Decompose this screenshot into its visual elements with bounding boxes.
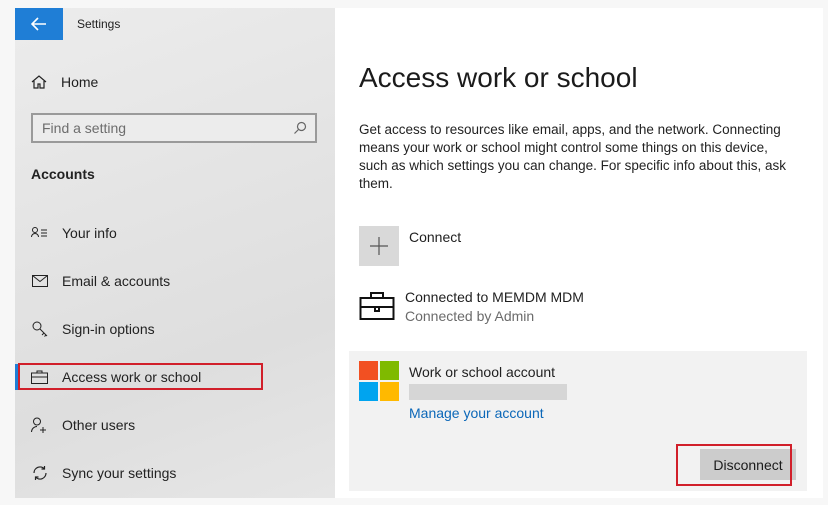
plus-icon bbox=[370, 237, 388, 255]
person-list-icon bbox=[31, 225, 48, 242]
sidebar-item-label: Email & accounts bbox=[62, 273, 171, 289]
connection-subtitle: Connected by Admin bbox=[405, 308, 535, 324]
microsoft-logo-icon bbox=[359, 361, 399, 401]
sidebar-item-label: Sign-in options bbox=[62, 321, 155, 337]
sidebar-item-sync-settings[interactable]: Sync your settings bbox=[31, 462, 176, 484]
sidebar-item-label: Other users bbox=[62, 417, 136, 433]
sidebar-item-label: Sync your settings bbox=[62, 465, 177, 481]
connect-label[interactable]: Connect bbox=[409, 229, 461, 245]
back-button[interactable] bbox=[15, 8, 63, 40]
window-title: Settings bbox=[77, 17, 121, 31]
home-icon bbox=[31, 75, 47, 89]
add-person-icon bbox=[31, 417, 48, 434]
disconnect-highlight-box bbox=[676, 444, 792, 486]
sidebar: Settings Home Find a setting Accounts Yo bbox=[15, 8, 335, 498]
sidebar-item-other-users[interactable]: Other users bbox=[31, 414, 135, 436]
manage-account-link[interactable]: Manage your account bbox=[409, 405, 544, 421]
page-description: Get access to resources like email, apps… bbox=[359, 122, 786, 191]
back-arrow-icon bbox=[31, 17, 46, 31]
sidebar-item-email-accounts[interactable]: Email & accounts bbox=[31, 270, 170, 292]
highlight-box bbox=[18, 363, 263, 390]
briefcase-icon bbox=[359, 292, 395, 320]
section-title: Accounts bbox=[31, 166, 95, 182]
sidebar-item-label: Your info bbox=[62, 225, 117, 241]
settings-window: Settings Home Find a setting Accounts Yo bbox=[15, 8, 823, 498]
mail-icon bbox=[31, 273, 48, 290]
home-label: Home bbox=[61, 74, 99, 90]
page-title: Access work or school bbox=[359, 62, 638, 93]
account-title: Work or school account bbox=[409, 364, 556, 380]
sidebar-item-your-info[interactable]: Your info bbox=[31, 222, 117, 244]
connection-title[interactable]: Connected to MEMDM MDM bbox=[405, 289, 584, 305]
sync-icon bbox=[31, 465, 48, 482]
search-icon bbox=[294, 121, 307, 134]
search-input[interactable]: Find a setting bbox=[31, 113, 317, 143]
redacted-account-email bbox=[409, 384, 567, 400]
key-icon bbox=[31, 321, 48, 338]
search-placeholder: Find a setting bbox=[42, 120, 127, 136]
nav-home[interactable]: Home bbox=[31, 71, 98, 93]
connect-button[interactable] bbox=[359, 226, 399, 266]
sidebar-item-sign-in-options[interactable]: Sign-in options bbox=[31, 318, 155, 340]
main-content: Access work or school Get access to reso… bbox=[335, 8, 823, 498]
